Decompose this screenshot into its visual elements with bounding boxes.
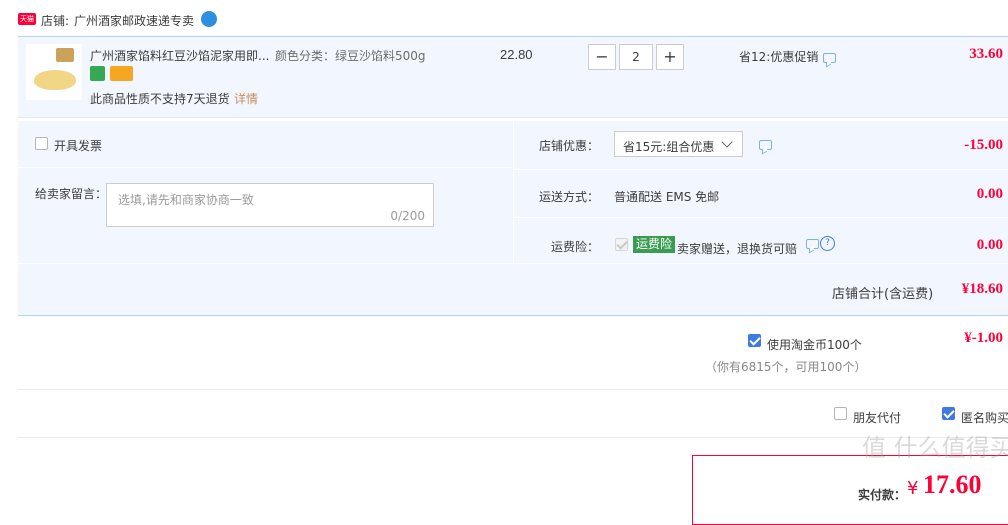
item-promo: 省12:优惠促销 [739, 50, 819, 64]
item-subtotal: 33.60 [969, 46, 1003, 62]
product-title-link[interactable]: 广州酒家馅料红豆沙馅泥家用即... [90, 47, 269, 64]
anonymous-checkbox[interactable] [942, 407, 955, 420]
credit-card-badge-icon [110, 66, 133, 81]
quantity-stepper: − 2 + [588, 44, 686, 70]
shop-discount-amount: -15.00 [964, 137, 1003, 153]
shop-name-link[interactable]: 广州酒家邮政速递专卖 [74, 12, 194, 29]
anonymous-label: 匿名购买 [961, 411, 1008, 425]
product-thumbnail[interactable] [26, 44, 82, 100]
right-row-divider-2 [514, 217, 1008, 218]
message-label: 给卖家留言： [35, 187, 108, 201]
message-textarea[interactable]: 选填,请先和商家协商一致 0/200 [106, 183, 434, 227]
sku-label: 颜色分类： [275, 49, 336, 63]
coins-note: （你有6815个，可用100个） [705, 360, 867, 374]
coins-amount: ¥-1.00 [964, 330, 1003, 346]
column-divider [513, 121, 514, 264]
divider-1 [18, 389, 1008, 390]
sku-value: 绿豆沙馅料500g [335, 49, 426, 63]
shop-discount-select[interactable]: 省15元:组合优惠 [614, 131, 743, 157]
shop-discount-label: 店铺优惠： [539, 139, 600, 153]
insurance-message-icon[interactable] [806, 239, 819, 249]
right-row-divider-1 [514, 169, 1008, 170]
final-currency: ¥ [907, 478, 919, 499]
friend-pay-checkbox[interactable] [834, 407, 847, 420]
freight-insurance-checkbox [615, 238, 628, 251]
coins-label: 使用淘金币100个 [767, 338, 862, 352]
wangwang-chat-icon[interactable] [201, 11, 217, 27]
shop-label: 店铺: [41, 14, 70, 28]
shop-total-label: 店铺合计(含运费) [832, 287, 934, 302]
help-question-icon[interactable]: ? [820, 236, 835, 251]
chevron-down-icon [721, 136, 733, 148]
invoice-label: 开具发票 [54, 139, 103, 153]
freight-insurance-label: 运费险： [551, 240, 600, 254]
quantity-increase-button[interactable]: + [656, 44, 684, 70]
shipping-amount: 0.00 [976, 186, 1003, 202]
return-detail-link[interactable]: 详情 [234, 90, 258, 107]
final-label: 实付款： [858, 488, 907, 502]
discount-message-icon[interactable] [759, 140, 772, 150]
shipping-method: 普通配送 EMS 免邮 [614, 190, 720, 204]
quantity-input[interactable]: 2 [619, 44, 653, 70]
invoice-checkbox[interactable] [35, 137, 48, 150]
watermark: 值 什么值得买 [862, 434, 1008, 462]
freight-insurance-text: 卖家赠送，退换货可赔 [677, 242, 798, 256]
coins-checkbox[interactable] [748, 334, 761, 347]
final-amount: 17.60 [923, 470, 982, 499]
divider-2 [18, 437, 1008, 438]
promo-message-icon[interactable] [823, 53, 836, 63]
freight-insurance-amount: 0.00 [976, 237, 1003, 253]
friend-pay-label: 朋友代付 [853, 411, 902, 425]
product-image [34, 70, 76, 90]
tmall-badge-icon: 天猫 [18, 13, 36, 25]
right-row-divider-3 [18, 263, 1008, 264]
unit-price: 22.80 [500, 47, 533, 62]
final-payment-box: 实付款： ¥ 17.60 [692, 455, 1008, 525]
return-note: 此商品性质不支持7天退货 [90, 92, 230, 106]
shop-discount-selected: 省15元:组合优惠 [623, 140, 715, 154]
product-pack-icon [56, 48, 74, 62]
message-placeholder: 选填,请先和商家协商一致 [118, 193, 254, 207]
service-badge-icon [90, 66, 105, 81]
shipping-label: 运送方式： [539, 190, 600, 204]
freight-insurance-tag: 运费险 [633, 236, 676, 253]
message-counter: 0/200 [390, 209, 425, 223]
shop-total-amount: ¥18.60 [961, 281, 1003, 297]
shop-header: 天猫 店铺: 广州酒家邮政速递专卖 [18, 10, 418, 30]
left-section-divider [18, 167, 512, 168]
quantity-decrease-button[interactable]: − [588, 44, 616, 70]
